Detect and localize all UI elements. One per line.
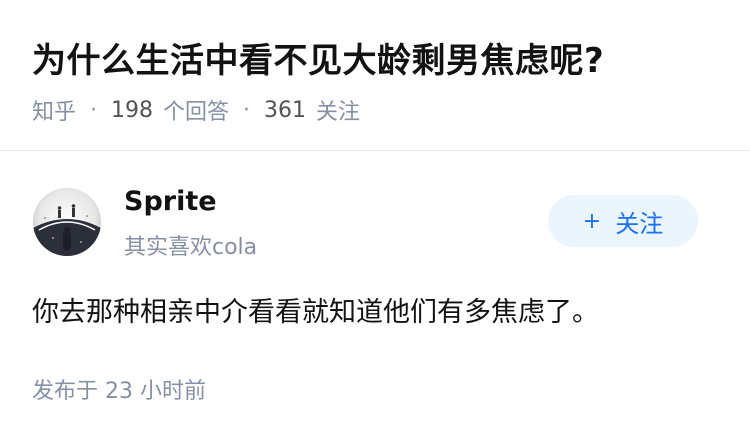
- avatar-image: [33, 188, 101, 256]
- plus-icon: +: [582, 208, 602, 234]
- follower-count: 361: [264, 97, 307, 123]
- zhihu-answer-card: 为什么生活中看不见大龄剩男焦虑呢? 知乎 · 198 个回答 · 361 关注: [0, 0, 750, 438]
- answer-count: 198: [111, 97, 154, 123]
- avatar[interactable]: [33, 188, 101, 256]
- answer-count-label: 个回答: [163, 100, 230, 125]
- divider: [0, 150, 750, 151]
- author-name[interactable]: Sprite: [124, 186, 217, 217]
- answer-content[interactable]: 你去那种相亲中介看看就知道他们有多焦虑了。: [32, 290, 599, 329]
- follow-button[interactable]: + 关注: [548, 195, 698, 247]
- publish-time: 发布于 23 小时前: [32, 379, 206, 404]
- question-meta: 知乎 · 198 个回答 · 361 关注: [32, 94, 360, 126]
- separator-dot: ·: [243, 97, 251, 123]
- source-label: 知乎: [32, 100, 77, 125]
- author-headline: 其实喜欢cola: [124, 235, 258, 260]
- separator-dot: ·: [90, 97, 98, 123]
- follower-count-label: 关注: [316, 100, 361, 125]
- follow-button-label: 关注: [615, 209, 664, 238]
- question-title[interactable]: 为什么生活中看不见大龄剩男焦虑呢?: [32, 33, 604, 82]
